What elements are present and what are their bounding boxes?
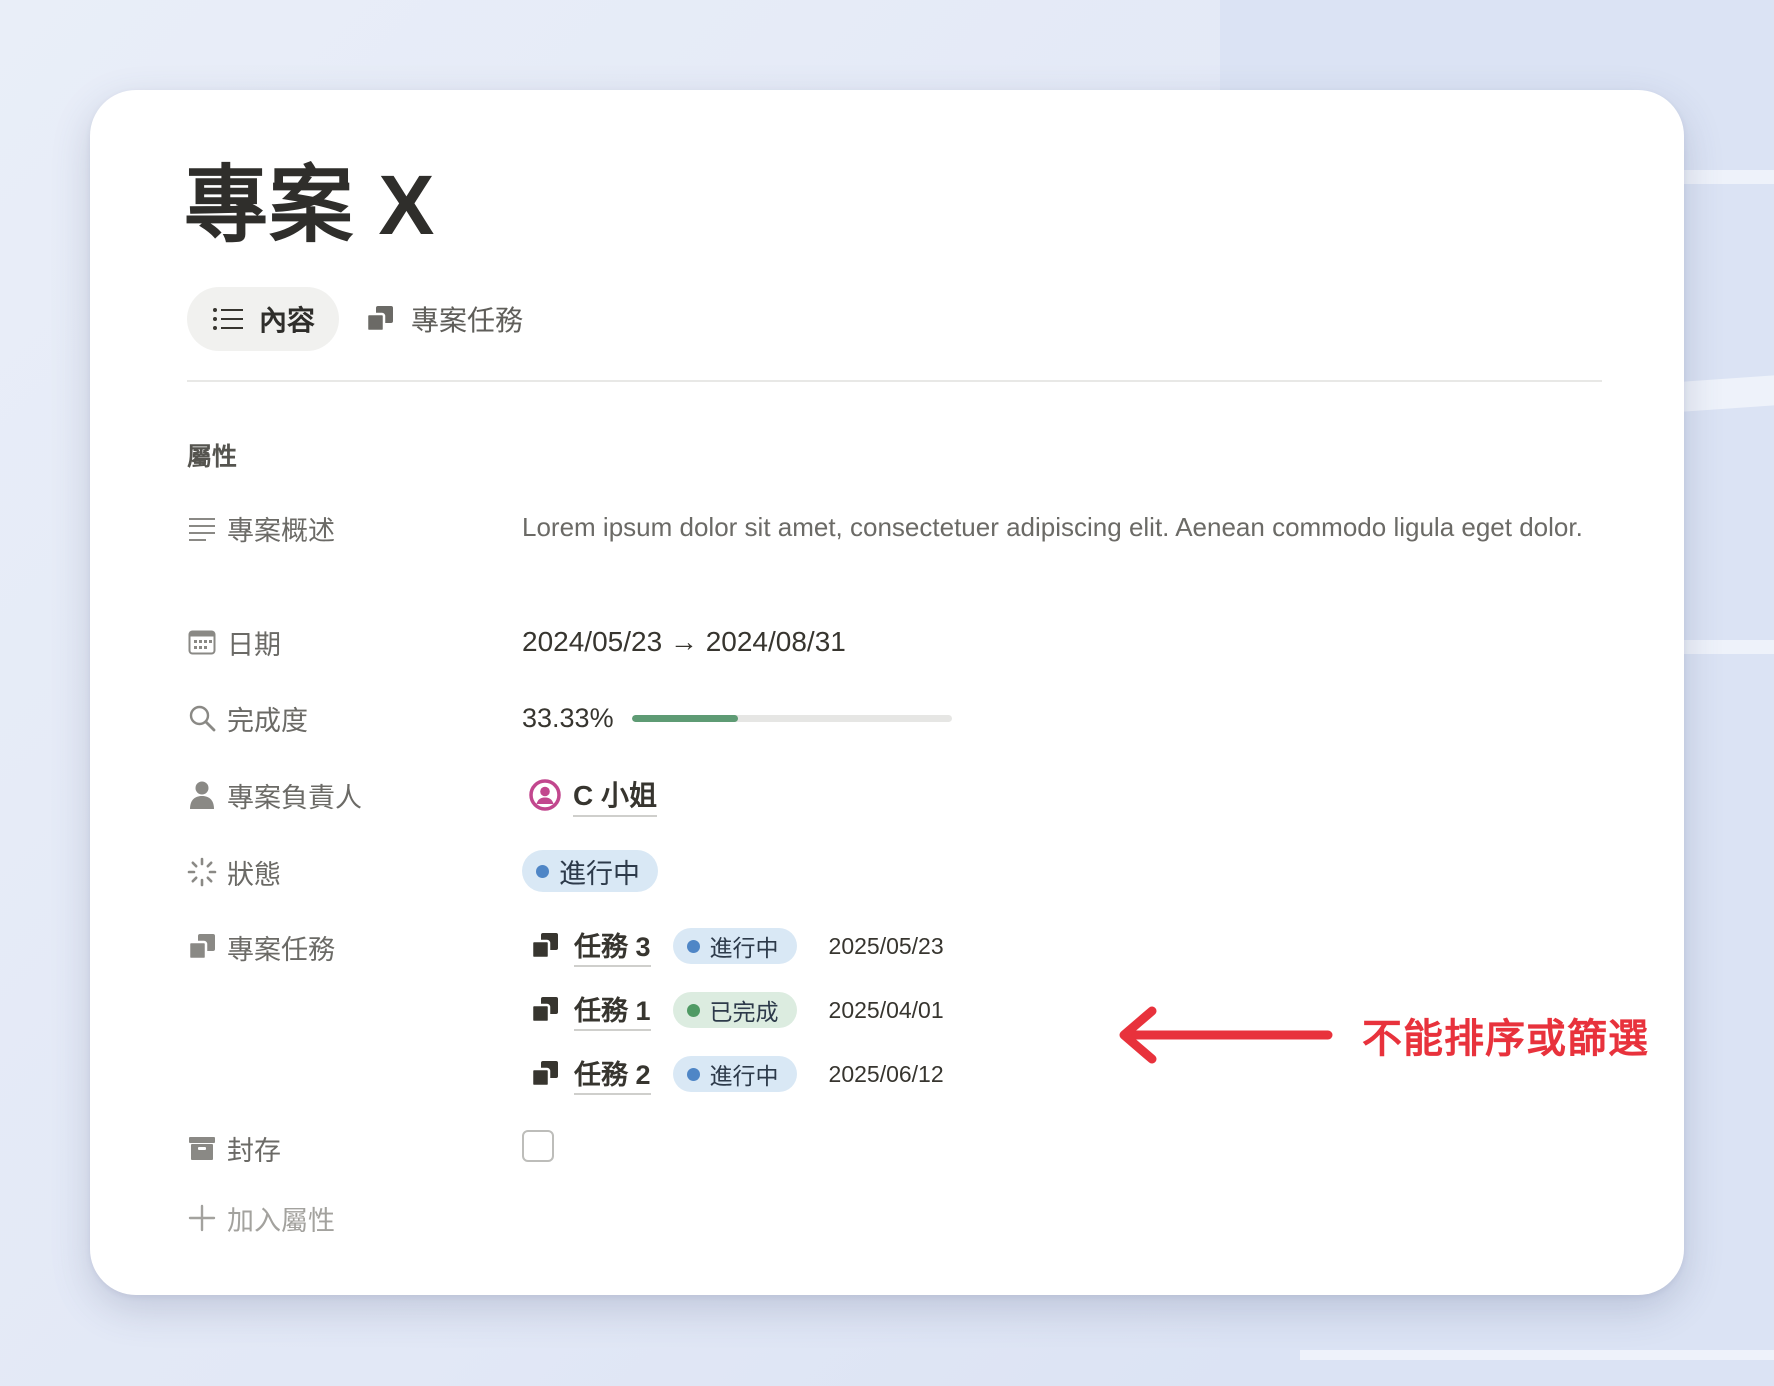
property-label[interactable]: 日期 xyxy=(187,622,281,662)
tab-label: 專案任務 xyxy=(411,305,524,336)
stacked-pages-icon xyxy=(187,932,217,962)
task-status-badge[interactable]: 進行中 xyxy=(672,928,797,964)
task-status-badge[interactable]: 進行中 xyxy=(672,1056,797,1092)
person-icon xyxy=(187,780,217,810)
task-row[interactable]: 任務 2 進行中 2025/06/12 xyxy=(522,1053,944,1095)
property-label-text: 專案負責人 xyxy=(227,782,362,813)
property-label[interactable]: 狀態 xyxy=(187,852,281,892)
progress-bar-fill xyxy=(631,714,739,722)
annotation-text: 不能排序或篩選 xyxy=(1362,1017,1649,1061)
tab-bar: 內容 專案任務 xyxy=(187,287,547,351)
calendar-icon xyxy=(187,627,217,657)
archive-checkbox[interactable] xyxy=(522,1130,554,1162)
property-description: 專案概述 Lorem ipsum dolor sit amet, consect… xyxy=(187,506,1607,596)
status-dot xyxy=(686,1067,700,1081)
property-date: 日期 2024/05/23 → 2024/08/31 xyxy=(187,622,1607,666)
tab-content[interactable]: 內容 xyxy=(187,287,340,351)
property-label-text: 完成度 xyxy=(227,705,308,736)
stacked-pages-icon xyxy=(530,995,560,1025)
text-lines-icon xyxy=(187,513,217,543)
task-date: 2025/06/12 xyxy=(828,1060,944,1087)
add-property-button[interactable]: 加入屬性 xyxy=(187,1198,335,1238)
property-label-text: 專案概述 xyxy=(227,515,335,546)
status-value[interactable]: 進行中 xyxy=(522,850,658,892)
task-name[interactable]: 任務 1 xyxy=(574,989,651,1031)
properties-heading: 屬性 xyxy=(187,443,238,471)
status-dot xyxy=(686,939,700,953)
tab-label: 內容 xyxy=(259,305,316,336)
property-label-text: 封存 xyxy=(227,1135,281,1166)
status-badge[interactable]: 進行中 xyxy=(522,850,658,892)
page-title: 專案 X xyxy=(184,158,436,252)
stacked-pages-icon xyxy=(530,1059,560,1089)
task-status-text: 進行中 xyxy=(709,1063,779,1089)
page-card: 專案 X 內容 專案任務 屬性 專案概述 Lorem ipsum dolor s… xyxy=(90,90,1684,1295)
stacked-pages-icon xyxy=(530,931,560,961)
annotation: 不能排序或篩選 xyxy=(1112,1005,1672,1065)
date-value[interactable]: 2024/05/23 → 2024/08/31 xyxy=(522,622,846,662)
task-row[interactable]: 任務 3 進行中 2025/05/23 xyxy=(522,925,944,967)
property-owner: 專案負責人 C 小姐 xyxy=(187,773,1607,817)
task-name[interactable]: 任務 3 xyxy=(574,925,651,967)
property-label-text: 專案任務 xyxy=(227,934,335,965)
status-text: 進行中 xyxy=(559,858,640,889)
task-status-badge[interactable]: 已完成 xyxy=(672,992,797,1028)
progress-bar-track xyxy=(631,714,952,722)
property-archive: 封存 xyxy=(187,1126,1607,1170)
archive-value xyxy=(522,1126,554,1162)
divider xyxy=(187,380,1602,382)
task-row[interactable]: 任務 1 已完成 2025/04/01 xyxy=(522,989,944,1031)
magnifier-icon xyxy=(187,703,217,733)
plus-icon xyxy=(187,1203,217,1233)
property-label[interactable]: 專案概述 xyxy=(187,508,335,548)
task-name[interactable]: 任務 2 xyxy=(574,1053,651,1095)
task-date: 2025/04/01 xyxy=(828,996,944,1023)
archive-box-icon xyxy=(187,1133,217,1163)
stacked-pages-icon xyxy=(363,302,397,336)
list-icon xyxy=(211,302,245,336)
property-status: 狀態 進行中 xyxy=(187,850,1607,894)
task-status-text: 進行中 xyxy=(709,935,779,961)
task-date: 2025/05/23 xyxy=(828,932,944,959)
task-status-text: 已完成 xyxy=(709,999,779,1025)
owner-name: C 小姐 xyxy=(573,774,658,817)
avatar-icon xyxy=(529,779,561,811)
property-label[interactable]: 封存 xyxy=(187,1128,281,1168)
owner-value[interactable]: C 小姐 xyxy=(522,773,658,817)
progress-percent-text: 33.33% xyxy=(522,702,614,733)
property-label[interactable]: 專案任務 xyxy=(187,927,335,967)
tab-project-tasks[interactable]: 專案任務 xyxy=(339,287,547,351)
property-label[interactable]: 專案負責人 xyxy=(187,775,362,815)
property-label-text: 狀態 xyxy=(227,859,281,890)
add-property-label: 加入屬性 xyxy=(227,1205,335,1236)
background-stripe xyxy=(1300,1350,1774,1360)
description-value[interactable]: Lorem ipsum dolor sit amet, consectetuer… xyxy=(522,506,1592,548)
property-progress: 完成度 33.33% xyxy=(187,698,1607,742)
spinner-icon xyxy=(187,857,217,887)
property-label-text: 日期 xyxy=(227,629,281,660)
status-dot xyxy=(686,1003,700,1017)
progress-value[interactable]: 33.33% xyxy=(522,698,952,738)
property-label[interactable]: 完成度 xyxy=(187,698,308,738)
status-dot xyxy=(536,864,549,878)
